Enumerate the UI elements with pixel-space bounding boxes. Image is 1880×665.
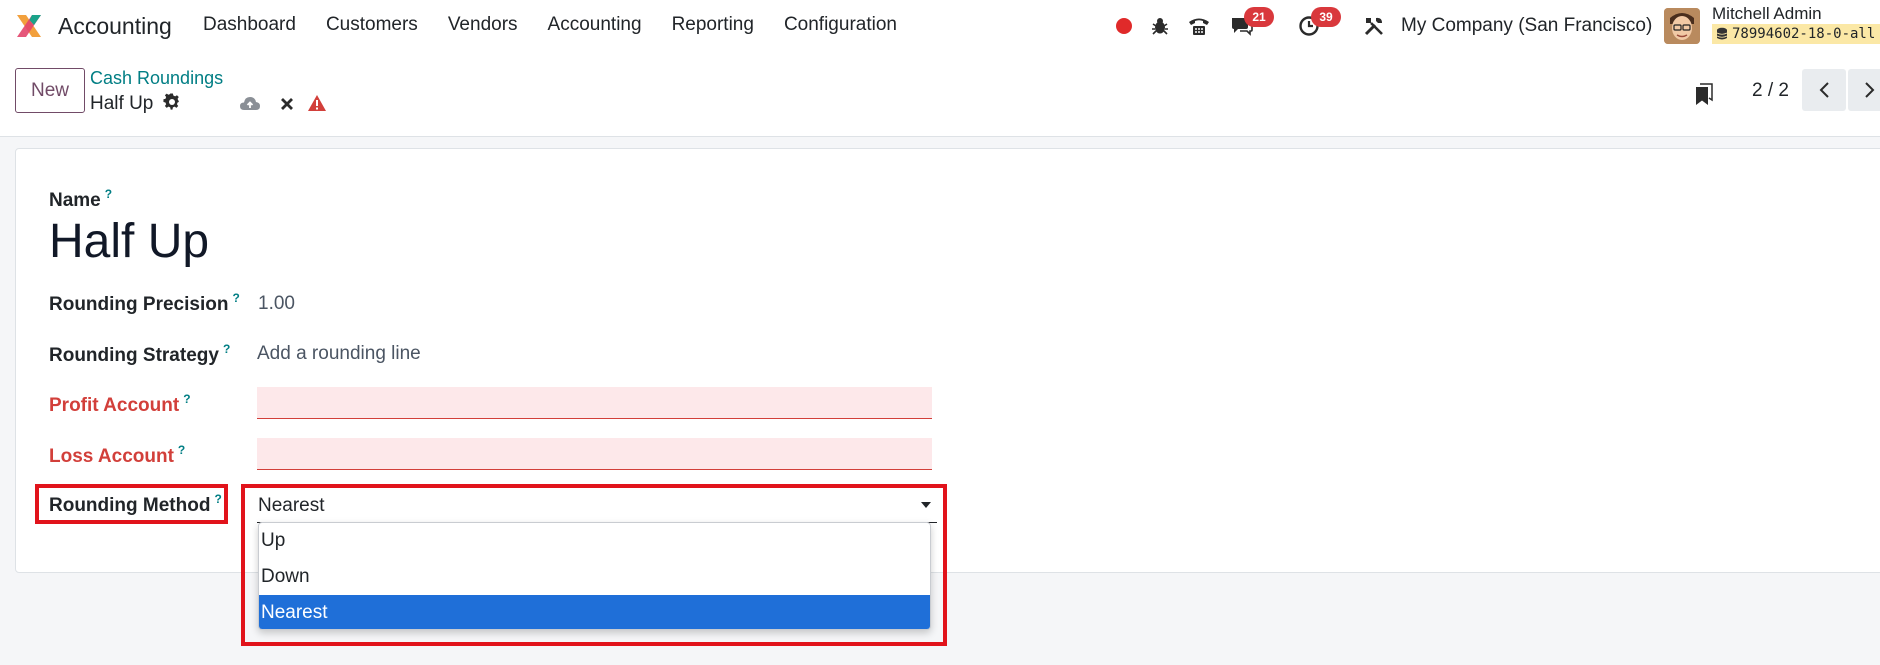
name-label-text: Name [49, 190, 101, 211]
menu-reporting[interactable]: Reporting [672, 14, 754, 36]
breadcrumb[interactable]: Cash Roundings [90, 68, 223, 89]
tools-icon[interactable] [1358, 10, 1390, 42]
app-name[interactable]: Accounting [58, 13, 172, 40]
pager-next-button[interactable] [1848, 69, 1880, 111]
loss-account-label: Loss Account? [49, 443, 185, 468]
activities-badge: 39 [1311, 7, 1341, 27]
messages-badge: 21 [1244, 7, 1274, 27]
strategy-value[interactable]: Add a rounding line [257, 343, 421, 365]
database-name: 78994602-18-0-all [1732, 26, 1876, 42]
discard-icon[interactable] [275, 92, 299, 116]
avatar[interactable] [1664, 8, 1700, 44]
record-title: Half Up [90, 93, 181, 115]
top-navbar: Accounting Dashboard Customers Vendors A… [0, 0, 1880, 52]
name-help[interactable]: ? [105, 187, 112, 201]
accounting-app-icon[interactable] [14, 11, 44, 41]
strategy-label-text: Rounding Strategy [49, 345, 219, 366]
bug-icon[interactable] [1144, 10, 1176, 42]
chat-icon[interactable]: 21 [1226, 7, 1274, 42]
control-panel: New Cash Roundings Half Up 2 / 2 [0, 52, 1880, 137]
menu-customers[interactable]: Customers [326, 14, 418, 36]
pager-value[interactable]: 2 / 2 [1752, 80, 1789, 102]
chevron-right-icon [1865, 82, 1875, 98]
menu-vendors[interactable]: Vendors [448, 14, 518, 36]
database-icon [1716, 27, 1728, 40]
pager-previous-button[interactable] [1802, 69, 1846, 111]
warning-icon [305, 91, 329, 115]
new-button[interactable]: New [15, 68, 85, 113]
menu-dashboard[interactable]: Dashboard [203, 14, 296, 36]
chevron-left-icon [1819, 82, 1829, 98]
menu-configuration[interactable]: Configuration [784, 14, 897, 36]
profit-account-help[interactable]: ? [183, 392, 190, 406]
loss-account-label-text: Loss Account [49, 446, 174, 467]
label-highlight-box [35, 484, 228, 524]
profit-account-input[interactable] [257, 387, 932, 419]
company-switcher[interactable]: My Company (San Francisco) [1401, 15, 1652, 37]
precision-help[interactable]: ? [232, 291, 239, 305]
phone-icon[interactable] [1183, 10, 1215, 42]
record-title-text: Half Up [90, 93, 154, 114]
strategy-help[interactable]: ? [223, 342, 230, 356]
loss-account-help[interactable]: ? [178, 443, 185, 457]
clock-icon[interactable]: 39 [1293, 7, 1341, 42]
save-cloud-icon[interactable] [238, 92, 262, 116]
strategy-label: Rounding Strategy? [49, 342, 230, 367]
precision-label: Rounding Precision? [49, 291, 240, 316]
name-label: Name? [49, 187, 112, 212]
profit-account-label-text: Profit Account [49, 395, 180, 416]
loss-account-input[interactable] [257, 438, 932, 470]
user-name[interactable]: Mitchell Admin [1712, 4, 1822, 24]
name-value[interactable]: Half Up [49, 214, 209, 269]
gear-icon[interactable] [163, 93, 181, 111]
menu-accounting[interactable]: Accounting [548, 14, 642, 36]
precision-label-text: Rounding Precision [49, 294, 229, 315]
database-tag: 78994602-18-0-all [1712, 24, 1880, 44]
main-menu: Dashboard Customers Vendors Accounting R… [203, 14, 927, 36]
profit-account-label: Profit Account? [49, 392, 191, 417]
record-icon[interactable] [1108, 10, 1140, 42]
precision-value[interactable]: 1.00 [258, 293, 295, 315]
bookmark-icon[interactable] [1692, 82, 1716, 106]
dropdown-highlight-box [241, 484, 947, 646]
